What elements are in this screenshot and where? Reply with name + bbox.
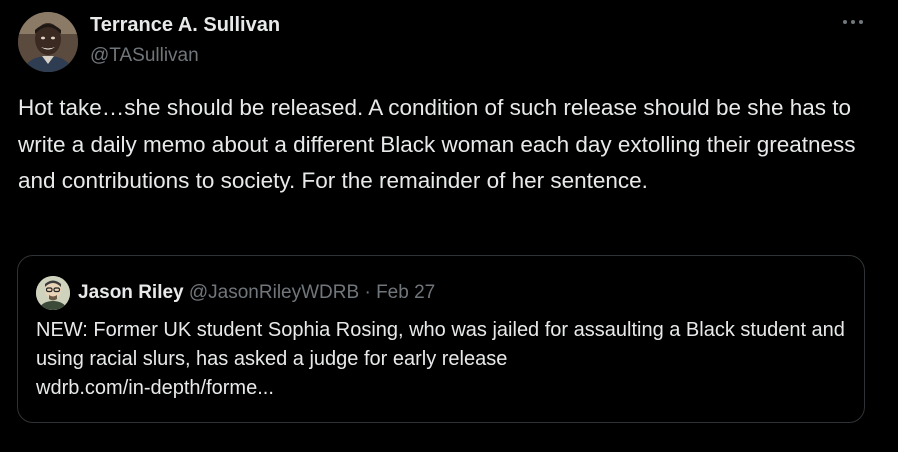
- quote-author-handle[interactable]: @JasonRileyWDRB: [189, 282, 359, 303]
- quote-body: NEW: Former UK student Sophia Rosing, wh…: [36, 319, 845, 370]
- quote-text: NEW: Former UK student Sophia Rosing, wh…: [36, 316, 851, 403]
- quote-author-avatar[interactable]: [36, 276, 70, 310]
- quote-date[interactable]: Feb 27: [376, 282, 435, 303]
- ellipsis-icon: [843, 20, 863, 24]
- author-handle[interactable]: @TASullivan: [90, 45, 199, 67]
- quote-author-name[interactable]: Jason Riley: [78, 282, 184, 303]
- quote-header: Jason Riley @JasonRileyWDRB · Feb 27: [78, 280, 435, 306]
- author-name[interactable]: Terrance A. Sullivan: [90, 14, 280, 37]
- more-options-button[interactable]: [838, 10, 868, 34]
- tweet-text: Hot take…she should be released. A condi…: [18, 95, 856, 193]
- quote-link[interactable]: wdrb.com/in-depth/forme...: [36, 377, 274, 399]
- quote-tweet-card[interactable]: Jason Riley @JasonRileyWDRB · Feb 27 NEW…: [17, 255, 865, 423]
- author-avatar[interactable]: [18, 12, 78, 72]
- quote-separator: ·: [359, 282, 377, 303]
- tweet: Terrance A. Sullivan @TASullivan Hot tak…: [0, 0, 898, 452]
